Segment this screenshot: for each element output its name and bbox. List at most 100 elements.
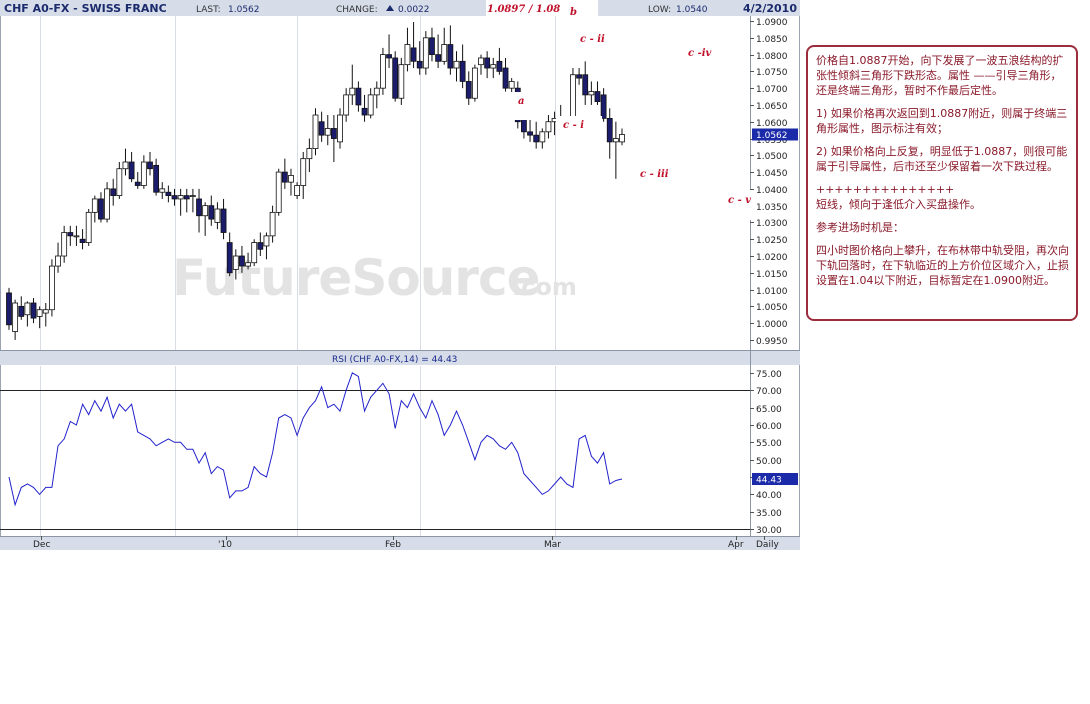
rsi-tick-label: 65.00 xyxy=(756,405,782,415)
wave-label-bg xyxy=(560,3,598,23)
low-value: 1.0540 xyxy=(676,5,708,15)
candle-down xyxy=(392,57,399,99)
header-date: 4/2/2010 xyxy=(743,2,797,15)
candle-down xyxy=(410,47,417,62)
candle-down xyxy=(435,54,442,62)
candle-up xyxy=(275,171,282,213)
price-tick-label: 1.0050 xyxy=(756,303,788,313)
candle-up xyxy=(73,235,80,238)
candle-down xyxy=(496,60,503,72)
candle-down xyxy=(576,74,582,79)
candle-up xyxy=(12,302,19,332)
wave-label: c - ii xyxy=(580,34,605,45)
price-tick-label: 1.0000 xyxy=(756,320,788,330)
candle-down xyxy=(386,54,392,59)
rsi-tick-label: 50.00 xyxy=(756,457,782,467)
candle-down xyxy=(502,67,509,89)
candle-up xyxy=(61,232,68,257)
price-tick-label: 1.0400 xyxy=(756,186,788,196)
candle-down xyxy=(153,164,160,193)
price-tick-label: 1.0350 xyxy=(756,203,788,213)
candle-up xyxy=(373,87,380,96)
rsi-tick-label: 70.00 xyxy=(756,387,782,397)
wave-label: c - i xyxy=(563,120,584,131)
candle-down xyxy=(533,134,540,143)
price-tick-label: 1.0250 xyxy=(756,236,788,246)
candle-up xyxy=(490,64,497,69)
candle-up xyxy=(441,44,448,62)
note-paragraph-6: 四小时图价格向上攀升，在布林带中轨受阻，再次向下轨回落时，在下轨临近的上方价位区… xyxy=(816,244,1069,287)
candle-down xyxy=(208,205,215,220)
candle-up xyxy=(55,255,61,267)
candle-down xyxy=(521,117,527,133)
candle-up xyxy=(85,211,92,243)
date-axis-label: Apr xyxy=(728,540,744,550)
price-tick-label: 1.0100 xyxy=(756,287,788,297)
futuresource-watermark-suffix: .com xyxy=(512,273,577,301)
price-tick-label: 1.0650 xyxy=(756,102,788,112)
candle-down xyxy=(281,171,288,183)
wave-label: c - iii xyxy=(640,169,669,180)
date-axis-label: Daily xyxy=(756,540,779,550)
candle-down xyxy=(465,81,472,99)
analysis-note: 价格自1.0887开始，向下发展了一波五浪结构的扩张性倾斜三角形下跌形态。属性 … xyxy=(806,45,1078,321)
last-label: LAST: xyxy=(196,5,221,15)
candle-up xyxy=(404,44,411,66)
price-tick-label: 1.0700 xyxy=(756,85,788,95)
candle-down xyxy=(527,131,533,136)
candle-up xyxy=(539,131,546,143)
candle-down xyxy=(447,44,454,69)
candle-down xyxy=(67,232,74,237)
price-tick-label: 1.0300 xyxy=(756,219,788,229)
rsi-tick-label: 55.00 xyxy=(756,439,782,449)
candle-up xyxy=(245,262,251,267)
candle-up xyxy=(202,205,209,217)
price-chart: CHF A0-FX - SWISS FRANC LAST: 1.0562 CHANGE… xyxy=(0,0,800,550)
note-paragraph-5: 参考进场时机是： xyxy=(816,221,904,234)
candle-up xyxy=(324,128,331,136)
candle-up xyxy=(159,188,166,193)
candle-up xyxy=(367,94,374,116)
price-tick-label: 0.9950 xyxy=(756,337,788,347)
rsi-tick-label: 35.00 xyxy=(756,509,782,519)
candle-down xyxy=(239,255,245,267)
wave-label: a xyxy=(518,96,524,107)
candle-up xyxy=(214,208,221,223)
candle-up xyxy=(508,81,515,89)
rsi-tick-label: 75.00 xyxy=(756,370,782,380)
candle-down xyxy=(330,128,337,139)
rsi-title: RSI (CHF A0-FX,14) = 44.43 xyxy=(332,355,457,365)
candle-down xyxy=(165,191,172,196)
candle-down xyxy=(459,60,466,82)
note-separator: +++++++++++++++ xyxy=(816,183,955,196)
chart-area: CHF A0-FX - SWISS FRANC LAST: 1.0562 CHANGE… xyxy=(0,0,800,550)
candle-up xyxy=(612,138,619,143)
candle-down xyxy=(147,161,153,170)
candle-down xyxy=(226,242,233,274)
date-axis-label: Feb xyxy=(385,540,401,550)
candle-up xyxy=(294,185,301,196)
candle-down xyxy=(594,91,601,102)
candle-up xyxy=(36,309,43,317)
candle-up xyxy=(306,148,313,160)
note-paragraph-2: 1) 如果价格再次返回到1.0887附近，则属于终端三角形属性，图示标注有效； xyxy=(816,107,1068,135)
candle-down xyxy=(600,94,607,119)
date-axis-label: '10 xyxy=(218,540,232,550)
price-tick-label: 1.0750 xyxy=(756,68,788,78)
candle-down xyxy=(416,60,423,69)
candle-up xyxy=(104,188,110,220)
candle-up xyxy=(122,161,129,170)
candle-down xyxy=(79,238,86,243)
candle-down xyxy=(429,37,435,56)
candle-down xyxy=(171,195,178,200)
candle-up xyxy=(177,195,184,200)
candle-down xyxy=(606,117,613,143)
low-label: LOW: xyxy=(648,5,671,15)
wave-label: b xyxy=(570,7,577,18)
candle-up xyxy=(471,67,478,99)
candle-down xyxy=(257,242,264,250)
price-tick-label: 1.0850 xyxy=(756,35,788,45)
candle-up xyxy=(49,265,55,311)
price-tick-label: 1.0150 xyxy=(756,270,788,280)
note-paragraph-3: 2) 如果价格向上反复，明显低于1.0887，则很可能属于引导属性，后市还至少保… xyxy=(816,145,1068,173)
